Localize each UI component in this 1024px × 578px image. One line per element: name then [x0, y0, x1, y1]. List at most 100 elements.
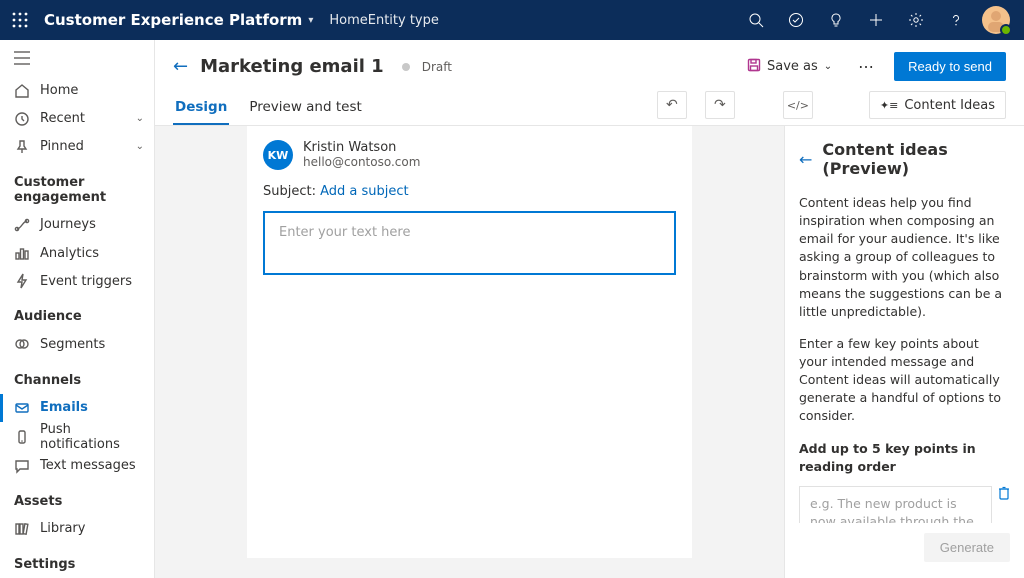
chevron-down-icon: ⌄: [136, 113, 144, 124]
library-icon: [14, 521, 30, 537]
search-icon: [748, 12, 764, 28]
app-title-text: Customer Experience Platform: [44, 11, 302, 29]
email-icon: [14, 400, 30, 416]
chevron-down-icon: ▾: [308, 15, 313, 26]
gear-icon: [908, 12, 924, 28]
journeys-icon: [14, 217, 30, 233]
sms-icon: [14, 458, 30, 474]
plus-icon: [868, 12, 884, 28]
trash-icon: [998, 486, 1010, 500]
hamburger-icon: [14, 51, 30, 65]
segments-icon: [14, 336, 30, 352]
status-badge: Draft: [422, 60, 452, 74]
analytics-icon: [14, 245, 30, 261]
page-header: ← Marketing email 1 Draft Save as ⌄ ⋯ Re…: [155, 40, 1024, 126]
save-icon: [747, 58, 761, 76]
editor-tabs: Design Preview and test ↶ ↷ </> ✦≡ Conte…: [173, 91, 1006, 125]
pane-back-button[interactable]: ←: [799, 150, 812, 169]
clock-icon: [14, 111, 30, 127]
sidebar-item-label: Home: [40, 83, 144, 98]
status-dot-icon: [402, 63, 410, 71]
redo-icon: ↷: [714, 97, 726, 113]
chevron-down-icon: ⌄: [824, 61, 832, 72]
email-canvas-area: KW Kristin Watson hello@contoso.com Subj…: [155, 126, 784, 578]
sidebar-heading-assets: Assets: [0, 480, 154, 515]
sparkle-icon: ✦≡: [880, 99, 898, 112]
tab-preview[interactable]: Preview and test: [247, 91, 363, 125]
sidebar-item-pinned[interactable]: Pinned ⌄: [0, 133, 154, 161]
subject-input-link[interactable]: Add a subject: [320, 184, 409, 199]
sidebar-heading-channels: Channels: [0, 359, 154, 394]
html-view-button[interactable]: </>: [783, 91, 813, 119]
sender-block: KW Kristin Watson hello@contoso.com: [247, 126, 692, 180]
pane-description-1: Content ideas help you find inspiration …: [799, 194, 1010, 321]
email-canvas[interactable]: KW Kristin Watson hello@contoso.com Subj…: [247, 126, 692, 558]
delete-keypoint-button[interactable]: [998, 486, 1010, 506]
waffle-icon: [12, 12, 28, 28]
sidebar-item-emails[interactable]: Emails: [0, 394, 154, 422]
save-as-label: Save as: [767, 59, 818, 74]
search-button[interactable]: [736, 0, 776, 40]
keypoints-heading: Add up to 5 key points in reading order: [799, 440, 1010, 476]
sidebar-item-label: Analytics: [40, 246, 144, 261]
subject-row: Subject: Add a subject: [247, 180, 692, 211]
sidebar-item-journeys[interactable]: Journeys: [0, 211, 154, 239]
sidebar-item-recent[interactable]: Recent ⌄: [0, 105, 154, 133]
sidebar-item-label: Text messages: [40, 458, 144, 473]
triggers-icon: [14, 273, 30, 289]
content-ideas-label: Content Ideas: [904, 98, 995, 113]
help-button[interactable]: [936, 0, 976, 40]
sender-email: hello@contoso.com: [303, 155, 420, 169]
sidebar-item-label: Journeys: [40, 217, 144, 232]
settings-button[interactable]: [896, 0, 936, 40]
sidebar-item-label: Library: [40, 521, 144, 536]
undo-button[interactable]: ↶: [657, 91, 687, 119]
chevron-down-icon: ⌄: [136, 141, 144, 152]
sidebar-item-triggers[interactable]: Event triggers: [0, 267, 154, 295]
push-icon: [14, 429, 30, 445]
email-body-input[interactable]: Enter your text here: [263, 211, 676, 275]
ready-to-send-button[interactable]: Ready to send: [894, 52, 1006, 81]
sidebar-heading-settings[interactable]: Settings: [0, 543, 154, 578]
content-ideas-pane: ← Content ideas (Preview) Content ideas …: [784, 126, 1024, 578]
save-as-button[interactable]: Save as ⌄: [741, 54, 838, 80]
main-area: ← Marketing email 1 Draft Save as ⌄ ⋯ Re…: [155, 40, 1024, 578]
back-button[interactable]: ←: [173, 56, 188, 77]
sidebar-item-label: Emails: [40, 400, 144, 415]
sender-avatar: KW: [263, 140, 293, 170]
sidebar-heading-engagement: Customer engagement: [0, 161, 154, 211]
sender-name: Kristin Watson: [303, 140, 420, 155]
pane-description-2: Enter a few key points about your intend…: [799, 335, 1010, 426]
app-launcher[interactable]: [0, 0, 40, 40]
code-icon: </>: [787, 99, 809, 112]
sidebar-item-home[interactable]: Home: [0, 76, 154, 104]
app-title-dropdown[interactable]: Customer Experience Platform ▾: [40, 11, 319, 29]
breadcrumb[interactable]: HomeEntity type: [329, 13, 439, 28]
keypoint-input[interactable]: e.g. The new product is now available th…: [799, 486, 992, 523]
page-title: Marketing email 1: [200, 56, 384, 77]
top-navbar: Customer Experience Platform ▾ HomeEntit…: [0, 0, 1024, 40]
sidebar-item-analytics[interactable]: Analytics: [0, 239, 154, 267]
sidebar-item-label: Event triggers: [40, 274, 144, 289]
sidebar-item-push[interactable]: Push notifications: [0, 422, 154, 452]
sidebar-item-label: Push notifications: [40, 422, 144, 452]
question-icon: [948, 12, 964, 28]
undo-icon: ↶: [666, 97, 678, 113]
sidebar-item-segments[interactable]: Segments: [0, 330, 154, 358]
subject-label: Subject:: [263, 184, 316, 199]
more-actions-button[interactable]: ⋯: [850, 53, 882, 80]
content-ideas-toggle[interactable]: ✦≡ Content Ideas: [869, 91, 1006, 119]
add-button[interactable]: [856, 0, 896, 40]
sidebar-item-label: Recent: [40, 111, 126, 126]
home-icon: [14, 83, 30, 99]
tab-design[interactable]: Design: [173, 91, 229, 125]
sidebar-toggle[interactable]: [0, 40, 154, 76]
user-avatar[interactable]: [982, 6, 1010, 34]
redo-button[interactable]: ↷: [705, 91, 735, 119]
ideas-button[interactable]: [816, 0, 856, 40]
sidebar-item-sms[interactable]: Text messages: [0, 452, 154, 480]
lightbulb-icon: [828, 12, 844, 28]
generate-button[interactable]: Generate: [924, 533, 1010, 562]
task-button[interactable]: [776, 0, 816, 40]
sidebar-item-library[interactable]: Library: [0, 515, 154, 543]
